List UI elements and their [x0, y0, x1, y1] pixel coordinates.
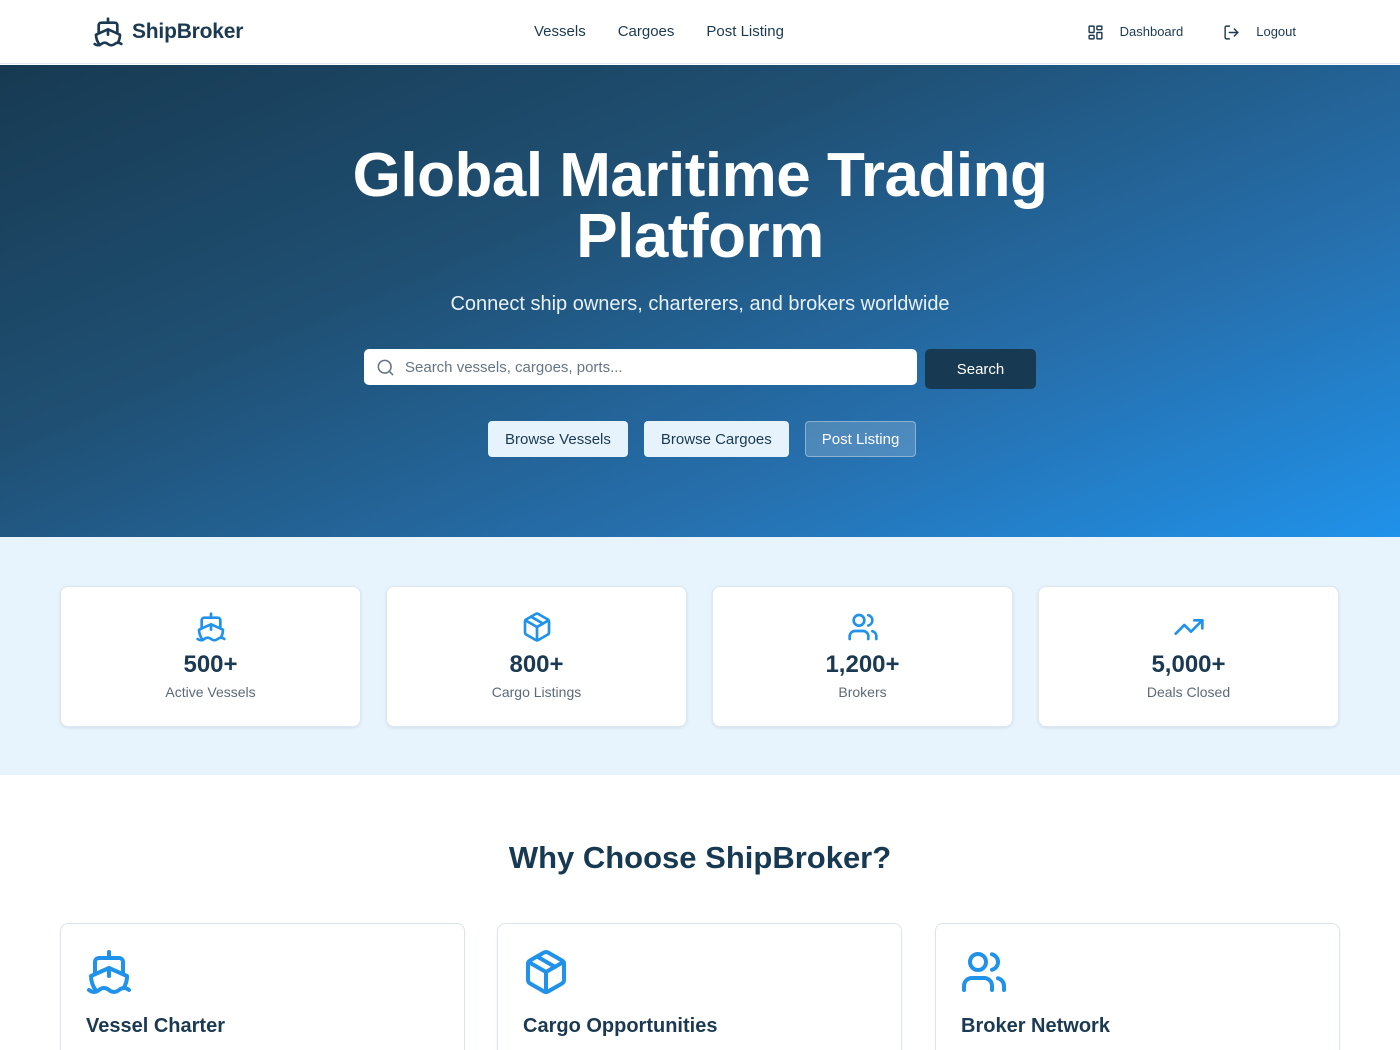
stat-card-vessels: 500+ Active Vessels — [60, 586, 361, 727]
brand-logo[interactable]: ShipBroker — [92, 16, 243, 48]
stat-card-cargo: 800+ Cargo Listings — [386, 586, 687, 727]
stat-label: Cargo Listings — [491, 684, 582, 700]
search-icon — [377, 359, 394, 375]
feature-card-vessel-charter: Vessel Charter — [60, 923, 465, 1050]
browse-cargoes-button[interactable]: Browse Cargoes — [643, 421, 789, 457]
search-input[interactable] — [405, 358, 905, 376]
navbar: ShipBroker Vessels Cargoes Post Listing … — [0, 0, 1400, 64]
ship-icon — [93, 17, 123, 47]
stat-card-deals: 5,000+ Deals Closed — [1038, 586, 1339, 727]
stat-label: Brokers — [838, 684, 887, 700]
stat-card-brokers: 1,200+ Brokers — [712, 586, 1013, 727]
brand-name: ShipBroker — [132, 20, 244, 43]
hero-title-line-2: Platform — [576, 202, 824, 271]
stat-value: 5,000+ — [1151, 651, 1226, 678]
stat-value: 1,200+ — [825, 651, 900, 678]
stat-label: Active Vessels — [165, 684, 256, 700]
main-nav: Vessels Cargoes Post Listing — [534, 20, 784, 44]
features-title: Why Choose ShipBroker? — [508, 840, 892, 875]
nav-link-post-listing[interactable]: Post Listing — [706, 20, 784, 44]
hero-title-line-1: Global Maritime Trading — [352, 141, 1048, 210]
feature-card-cargo-opportunities: Cargo Opportunities — [497, 923, 902, 1050]
stat-value: 500+ — [183, 651, 238, 678]
stats-section: 500+ Active Vessels 800+ Cargo Listings … — [0, 537, 1400, 775]
stat-label: Deals Closed — [1146, 684, 1231, 700]
logout-label: Logout — [1256, 24, 1296, 39]
nav-actions: Dashboard Logout — [1087, 20, 1296, 44]
package-icon — [526, 950, 566, 994]
ship-icon — [87, 950, 131, 994]
nav-link-vessels[interactable]: Vessels — [534, 20, 586, 44]
feature-card-broker-network: Broker Network — [935, 923, 1340, 1050]
users-icon — [848, 613, 878, 641]
feature-title: Broker Network — [961, 1015, 1110, 1037]
hero-title: Global Maritime Trading Platform — [300, 145, 1100, 268]
hero-section: Global Maritime Trading Platform Connect… — [0, 65, 1400, 537]
search-box — [364, 349, 917, 385]
quick-actions: Browse Vessels Browse Cargoes Post Listi… — [488, 421, 917, 457]
feature-title: Vessel Charter — [86, 1015, 225, 1037]
feature-title: Cargo Opportunities — [523, 1015, 718, 1037]
logout-icon — [1224, 24, 1239, 40]
browse-vessels-button[interactable]: Browse Vessels — [488, 421, 628, 457]
dashboard-link[interactable]: Dashboard — [1087, 20, 1184, 44]
logout-link[interactable]: Logout — [1223, 20, 1296, 44]
stat-value: 800+ — [509, 651, 564, 678]
nav-link-cargoes[interactable]: Cargoes — [618, 20, 675, 44]
package-icon — [523, 612, 551, 642]
trending-up-icon — [1174, 619, 1204, 635]
hero-subtitle: Connect ship owners, charterers, and bro… — [450, 293, 950, 315]
dashboard-label: Dashboard — [1119, 24, 1184, 39]
post-listing-button[interactable]: Post Listing — [804, 421, 917, 457]
search-button[interactable]: Search — [925, 349, 1036, 389]
ship-icon — [196, 612, 226, 642]
dashboard-icon — [1088, 24, 1103, 40]
users-icon — [962, 952, 1006, 992]
